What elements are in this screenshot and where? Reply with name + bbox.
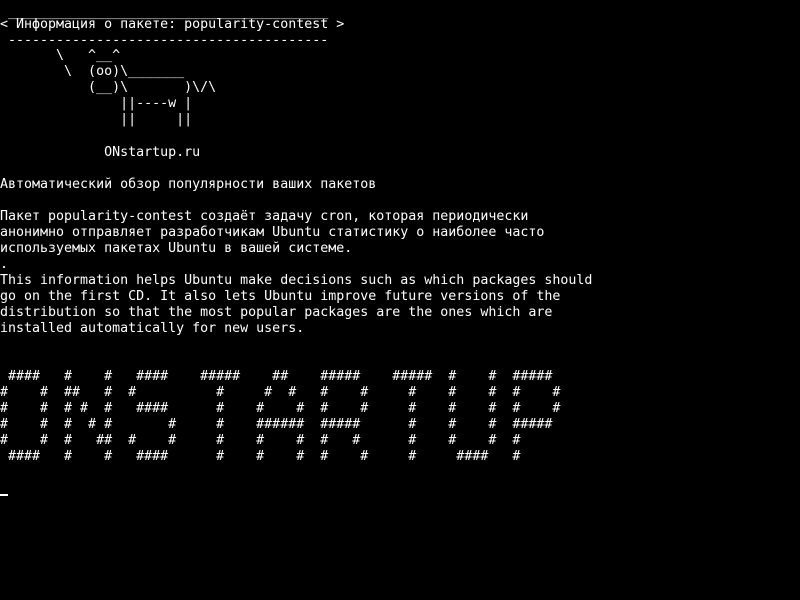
description-ru-line: используемых пакетах Ubuntu в вашей сист… <box>0 241 353 256</box>
cow-art-line: \ (oo)\_______ <box>0 64 185 79</box>
banner-line: #### # # #### ##### ## ##### ##### # # #… <box>0 369 553 384</box>
text-cursor <box>0 494 8 496</box>
bubble-title: < Информация о пакете: popularity-contes… <box>0 17 345 32</box>
description-ru-line: Пакет popularity-contest создаёт задачу … <box>0 209 529 224</box>
cow-art-line: ||----w | <box>0 96 193 111</box>
banner-line: # # # # # #### # # # # # # # # # # <box>0 401 561 416</box>
description-en-line: This information helps Ubuntu make decis… <box>0 273 593 288</box>
banner-line: # # # # # # # ###### ##### # # # ##### <box>0 417 553 432</box>
cow-art-line: \ ^__^ <box>0 48 121 63</box>
banner-line: #### # # #### # # # # # # #### # <box>0 449 521 464</box>
description-ru-line: анонимно отправляет разработчикам Ubuntu… <box>0 225 545 240</box>
cow-art-line: || || <box>0 112 193 127</box>
separator-dot: . <box>0 257 9 272</box>
site-name: ONstartup.ru <box>0 145 201 160</box>
terminal-console: ________________________________________… <box>0 0 800 600</box>
description-en-line: installed automatically for new users. <box>0 321 305 336</box>
bubble-bottom-border: ---------------------------------------- <box>0 33 329 48</box>
heading-text: Автоматический обзор популярности ваших … <box>0 177 377 192</box>
cow-art-line: (__)\ )\/\ <box>0 80 217 95</box>
banner-line: # # # ## # # # # # # # # # # # <box>0 433 521 448</box>
banner-line: # # ## # # # # # # # # # # # # <box>0 385 561 400</box>
description-en-line: go on the first CD. It also lets Ubuntu … <box>0 289 561 304</box>
description-en-line: distribution so that the most popular pa… <box>0 305 553 320</box>
